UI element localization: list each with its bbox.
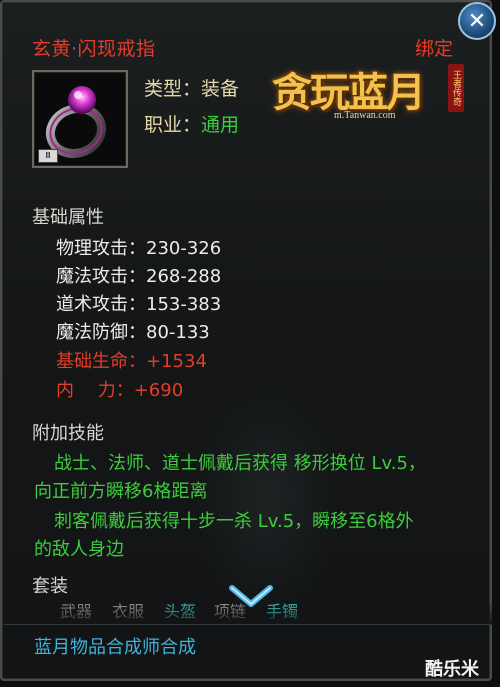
item-icon-frame: Ⅲ bbox=[32, 70, 128, 168]
type-row: 类型：装备 bbox=[144, 74, 239, 101]
skill-line: 刺客佩戴后获得十步一杀 Lv.5，瞬移至6格外 bbox=[54, 511, 414, 532]
background-figure bbox=[192, 382, 342, 612]
class-row: 职业：通用 bbox=[144, 110, 239, 137]
set-title: 套装 bbox=[32, 576, 68, 597]
item-grade-badge: Ⅲ bbox=[38, 149, 58, 163]
type-value: 装备 bbox=[201, 78, 240, 100]
attr-magic-defense: 魔法防御：80-133 bbox=[56, 322, 210, 343]
skill-line: 战士、法师、道士佩戴后获得 移形换位 Lv.5， bbox=[54, 453, 426, 474]
skill-line: 的敌人身边 bbox=[34, 539, 124, 560]
item-tooltip: 玄黄·闪现戒指 绑定 Ⅲ 类型：装备 职业：通用 贪玩蓝月 王者传奇 m.Tan… bbox=[0, 0, 492, 681]
close-button[interactable]: ✕ bbox=[458, 2, 496, 40]
item-name: 玄黄·闪现戒指 bbox=[32, 38, 156, 60]
type-label: 类型： bbox=[144, 78, 202, 100]
site-watermark: 酷乐米 bbox=[425, 659, 479, 680]
craft-source: 蓝月物品合成师合成 bbox=[34, 637, 196, 658]
skill-line: 向正前方瞬移6格距离 bbox=[34, 481, 208, 502]
class-value: 通用 bbox=[201, 114, 240, 136]
attr-inner-power: 内 力：+690 bbox=[56, 380, 184, 401]
game-logo: 贪玩蓝月 王者传奇 m.Tanwan.com bbox=[264, 60, 474, 132]
scroll-down-button[interactable] bbox=[226, 582, 276, 612]
logo-url: m.Tanwan.com bbox=[334, 110, 396, 121]
attr-magic-attack: 魔法攻击：268-288 bbox=[56, 266, 222, 287]
class-label: 职业： bbox=[144, 114, 202, 136]
logo-subtitle: 王者传奇 bbox=[448, 64, 464, 112]
close-icon: ✕ bbox=[467, 8, 487, 34]
attr-physical-attack: 物理攻击：230-326 bbox=[56, 238, 222, 259]
chevron-down-icon bbox=[229, 585, 273, 607]
footer-divider bbox=[4, 624, 492, 625]
base-attributes-title: 基础属性 bbox=[32, 207, 104, 228]
extra-skill-title: 附加技能 bbox=[32, 423, 104, 444]
attr-taoist-attack: 道术攻击：153-383 bbox=[56, 294, 222, 315]
bind-status: 绑定 bbox=[415, 38, 454, 60]
attr-base-hp: 基础生命：+1534 bbox=[56, 351, 207, 372]
